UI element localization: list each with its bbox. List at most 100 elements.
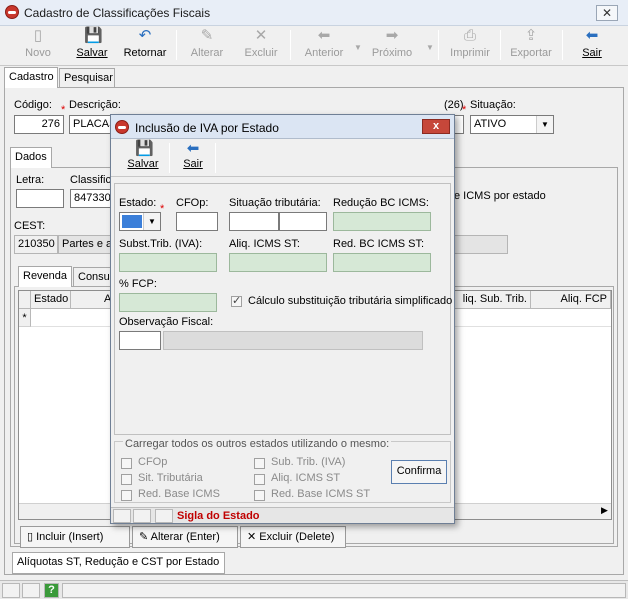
dialog-status-message: Sigla do Estado [177,510,260,522]
situacao-select[interactable]: ATIVO ▼ [470,115,554,134]
anterior-button[interactable]: ⬅ Anterior [300,28,348,64]
observacao-fiscal-label: Observação Fiscal: [119,316,214,328]
retornar-label: Retornar [123,47,167,59]
incluir-button[interactable]: ▯ Incluir (Insert) [20,526,130,548]
red-bc-icms-st-input[interactable] [333,253,431,272]
window-title: Cadastro de Classificações Fiscais [24,6,211,20]
opt-sub-trib-iva-checkbox[interactable] [254,458,265,469]
excluir-label: Excluir [244,47,278,59]
opt-sit-tributaria-checkbox[interactable] [121,474,132,485]
exportar-button[interactable]: ⇪ Exportar [508,28,554,64]
calculo-st-checkbox[interactable]: ✓ [231,295,242,307]
reducao-bc-icms-input[interactable] [333,212,431,231]
toolbar-separator [562,30,563,60]
status-cell [155,509,173,523]
fcp-input[interactable] [119,293,217,312]
letra-input[interactable] [16,189,64,208]
status-message-cell [62,583,626,598]
tab-dados[interactable]: Dados [10,147,52,168]
tab-consumo[interactable]: Consu [73,267,113,287]
chevron-down-icon[interactable]: ▼ [536,116,553,133]
app-logo-icon [115,120,129,134]
observacao-fiscal-code-input[interactable] [119,331,161,350]
app-logo-icon [5,5,19,19]
exit-arrow-icon: ⬅ [186,140,200,157]
tab-cadastro[interactable]: Cadastro [4,67,58,88]
confirma-button[interactable]: Confirma [391,460,447,484]
toolbar-separator [169,143,170,173]
opt-cfop-checkbox[interactable] [121,458,132,469]
opt-red-base-icms-checkbox[interactable] [121,490,132,501]
export-icon: ⇪ [524,27,538,44]
tab-cadastro-label: Cadastro [9,71,54,83]
codigo-input[interactable]: 276 [14,115,64,134]
dialog-toolbar: 💾 Salvar ⬅ Sair [111,139,454,177]
dialog-title-bar: Inclusão de IVA por Estado x [111,115,454,139]
save-disk-icon: 💾 [135,140,154,157]
close-window-button[interactable]: ✕ [596,5,618,21]
iva-por-estado-dialog: Inclusão de IVA por Estado x 💾 Salvar ⬅ … [110,114,455,524]
dialog-salvar-button[interactable]: 💾 Salvar [123,141,163,177]
help-icon[interactable]: ? [44,583,59,598]
close-icon: x [432,120,440,132]
exportar-label: Exportar [510,47,552,59]
observacao-fiscal-text [163,331,423,350]
dialog-salvar-label: Salvar [127,158,159,170]
proximo-button[interactable]: ➡ Próximo [368,28,416,64]
sair-label: Sair [582,47,602,59]
situacao-tributaria-input-2[interactable] [279,212,327,231]
printer-icon: ⎙ [463,27,476,44]
opt-red-base-icms-st-checkbox[interactable] [254,490,265,501]
situacao-tributaria-input-1[interactable] [229,212,279,231]
delete-x-icon: ✕ [254,27,268,44]
check-mark-icon: ✓ [232,295,242,307]
opt-red-base-icms-st-label: Red. Base ICMS ST [271,488,371,500]
exit-arrow-icon: ⬅ [585,27,599,44]
opt-red-base-icms-label: Red. Base ICMS [138,488,220,500]
grid-new-row-marker: * [19,309,31,327]
retornar-button[interactable]: ↶ Retornar [122,28,168,64]
excluir-grid-button[interactable]: ✕ Excluir (Delete) [240,526,346,548]
salvar-button[interactable]: 💾 Salvar [70,28,114,64]
dialog-close-button[interactable]: x [422,119,450,134]
tab-pesquisar[interactable]: Pesquisar [59,68,115,88]
grid-indicator-header [19,291,31,309]
opt-aliq-icms-st-checkbox[interactable] [254,474,265,485]
novo-button[interactable]: ▯ Novo [18,28,58,64]
alterar-button[interactable]: ✎ Alterar [186,28,228,64]
scroll-right-icon[interactable]: ▶ [601,505,608,516]
alterar-grid-button[interactable]: ✎ Alterar (Enter) [132,526,238,548]
new-document-icon: ▯ [27,531,34,543]
opt-sub-trib-iva-label: Sub. Trib. (IVA) [271,456,346,468]
anterior-dropdown[interactable]: ▼ [350,28,362,64]
excluir-button[interactable]: ✕ Excluir [240,28,282,64]
toolbar-separator [176,30,177,60]
dialog-sair-button[interactable]: ⬅ Sair [175,141,211,177]
carregar-title: Carregar todos os outros estados utiliza… [123,438,392,450]
reducao-bc-icms-label: Redução BC ICMS: [333,197,429,209]
aliq-icms-st-input[interactable] [229,253,327,272]
estado-label: Estado: [119,197,157,209]
subst-trib-iva-input[interactable] [119,253,217,272]
letra-label: Letra: [16,174,45,186]
chevron-down-icon[interactable]: ▼ [143,213,160,230]
estado-select[interactable]: ▼ [119,212,161,231]
save-disk-icon: 💾 [84,27,103,44]
sair-button[interactable]: ⬅ Sair [574,28,610,64]
chevron-down-icon: ▼ [426,43,434,52]
situacao-label: Situação: [470,99,516,111]
tab-revenda[interactable]: Revenda [18,266,72,287]
confirma-label: Confirma [396,465,442,477]
cfop-input[interactable] [176,212,218,231]
proximo-dropdown[interactable]: ▼ [422,28,434,64]
grid-col-aliq-sub-trib[interactable]: liq. Sub. Trib. [451,291,531,309]
grid-col-aliq-fcp[interactable]: Aliq. FCP [531,291,611,309]
grid-col-estado[interactable]: Estado [31,291,71,309]
toolbar-separator [290,30,291,60]
toolbar-separator [215,143,216,173]
opt-cfop-label: CFOp [138,456,168,468]
dialog-sair-label: Sair [183,158,203,170]
cest-code-field[interactable]: 210350 [14,235,58,254]
tab-aliquotas-st[interactable]: Alíquotas ST, Redução e CST por Estado [12,552,225,574]
imprimir-button[interactable]: ⎙ Imprimir [448,28,492,64]
